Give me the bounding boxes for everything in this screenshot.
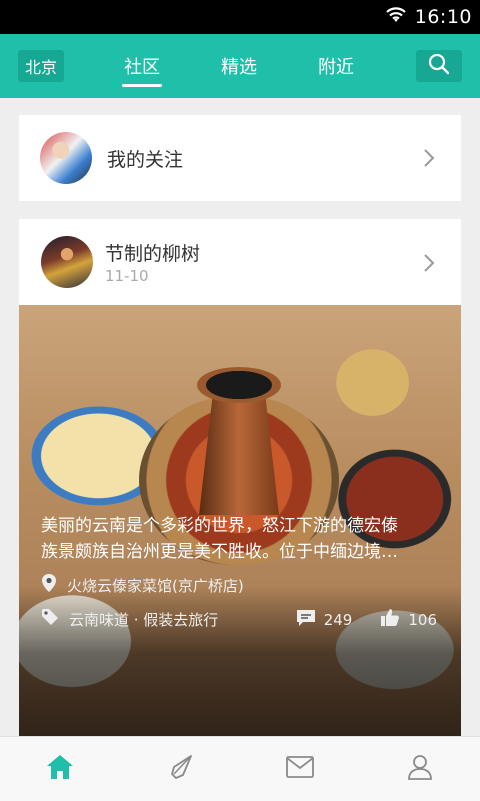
location-pin-icon bbox=[41, 573, 57, 597]
post-excerpt[interactable]: 美丽的云南是个多彩的世界，怒江下游的德宏傣 族景颇族自治州更是美不胜收。位于中缅… bbox=[41, 513, 441, 565]
comment-count: 249 bbox=[323, 610, 353, 629]
my-follows-label: 我的关注 bbox=[107, 149, 184, 171]
location-text: 火烧云傣家菜馆(京广桥店) bbox=[67, 576, 244, 595]
tag-icon bbox=[41, 608, 59, 630]
post-date: 11-10 bbox=[105, 267, 149, 285]
app-bar: 北京 社区 精选 附近 bbox=[0, 34, 480, 98]
nav-discover[interactable] bbox=[120, 737, 240, 801]
chevron-right-icon bbox=[423, 148, 435, 172]
city-selector-button[interactable]: 北京 bbox=[18, 50, 64, 82]
profile-icon bbox=[406, 753, 434, 785]
status-time: 16:10 bbox=[414, 6, 472, 28]
city-label: 北京 bbox=[24, 58, 57, 77]
tab-community[interactable]: 社区 bbox=[110, 34, 174, 98]
tab-label: 精选 bbox=[221, 57, 257, 78]
chevron-right-icon[interactable] bbox=[423, 253, 435, 277]
home-icon bbox=[45, 753, 75, 785]
author-avatar[interactable] bbox=[41, 236, 93, 288]
post-author[interactable]: 节制的柳树 bbox=[105, 239, 200, 266]
mail-icon bbox=[285, 755, 315, 783]
tab-label: 附近 bbox=[318, 57, 354, 78]
status-bar: 16:10 bbox=[0, 0, 480, 34]
avatar bbox=[40, 132, 92, 184]
compass-icon bbox=[166, 753, 194, 785]
nav-profile[interactable] bbox=[360, 737, 480, 801]
search-icon bbox=[427, 52, 451, 80]
my-follows-card[interactable]: 我的关注 bbox=[19, 115, 461, 201]
post-card[interactable]: 节制的柳树 11-10 美丽的云南是个多彩的世界，怒江下游的德宏傣 族景颇族自治… bbox=[19, 219, 461, 736]
post-excerpt-line: 美丽的云南是个多彩的世界，怒江下游的德宏傣 bbox=[41, 516, 398, 536]
comment-icon[interactable] bbox=[296, 609, 316, 631]
hotpot-top bbox=[197, 367, 281, 403]
tab-label: 社区 bbox=[124, 57, 160, 78]
like-count: 106 bbox=[408, 610, 437, 629]
thumbs-up-icon[interactable] bbox=[380, 608, 400, 631]
search-button[interactable] bbox=[416, 50, 462, 82]
nav-home[interactable] bbox=[0, 737, 120, 801]
active-tab-indicator bbox=[122, 84, 162, 87]
nav-messages[interactable] bbox=[240, 737, 360, 801]
tags-text: 云南味道 · 假装去旅行 bbox=[69, 610, 219, 629]
post-location[interactable]: 火烧云傣家菜馆(京广桥店) bbox=[41, 573, 244, 597]
post-excerpt-line: 族景颇族自治州更是美不胜收。位于中缅边境… bbox=[41, 542, 398, 562]
tab-nearby[interactable]: 附近 bbox=[304, 34, 368, 98]
tab-bar: 社区 精选 附近 bbox=[90, 34, 390, 98]
wifi-icon bbox=[385, 6, 407, 28]
post-tags[interactable]: 云南味道 · 假装去旅行 bbox=[41, 608, 218, 630]
bottom-navigation bbox=[0, 736, 480, 801]
post-stats: 249 106 bbox=[296, 608, 437, 631]
tab-featured[interactable]: 精选 bbox=[207, 34, 271, 98]
